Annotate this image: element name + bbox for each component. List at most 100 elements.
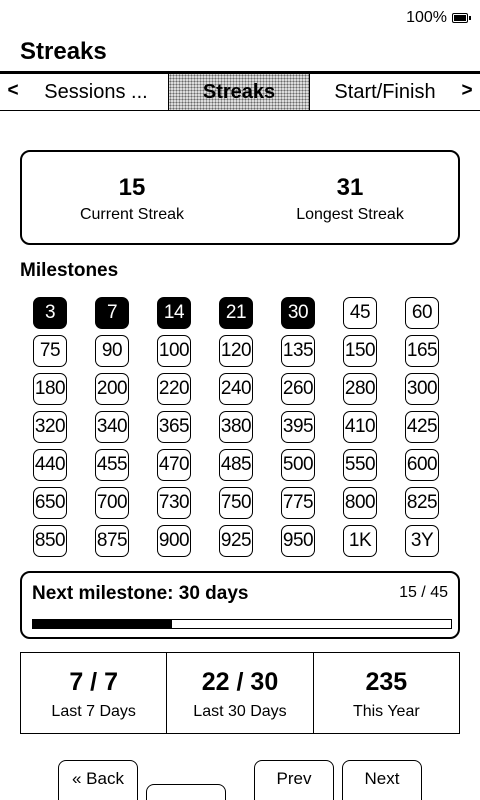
summary-label: Last 7 Days [51, 703, 136, 720]
tab-prev-arrow-icon[interactable]: < [3, 80, 23, 102]
summary-label: This Year [352, 703, 420, 720]
milestone-badge: 340 [94, 411, 130, 443]
tab-streaks[interactable]: Streaks [168, 74, 310, 110]
tab-sessions[interactable]: Sessions ... [26, 74, 166, 110]
milestone-cell: 425 [391, 408, 453, 446]
milestone-cell: 90 [81, 332, 143, 370]
summary-table: 7 / 7 Last 7 Days 22 / 30 Last 30 Days 2… [20, 652, 460, 734]
current-streak-value: 15 [118, 174, 146, 201]
milestone-badge: 14 [157, 297, 191, 329]
milestone-badge: 850 [32, 525, 68, 557]
milestone-cell: 410 [329, 408, 391, 446]
milestone-badge: 455 [94, 449, 130, 481]
milestone-cell: 550 [329, 446, 391, 484]
milestone-cell: 700 [81, 484, 143, 522]
milestone-cell: 280 [329, 370, 391, 408]
milestone-cell: 485 [205, 446, 267, 484]
milestone-badge: 600 [404, 449, 440, 481]
summary-value: 235 [365, 668, 408, 696]
milestone-badge: 60 [405, 297, 439, 329]
milestone-badge: 550 [342, 449, 378, 481]
back-button[interactable]: « Back [58, 760, 138, 800]
milestone-badge: 775 [280, 487, 316, 519]
milestone-cell: 320 [19, 408, 81, 446]
milestone-badge: 1K [343, 525, 377, 557]
milestone-badge: 21 [219, 297, 253, 329]
milestone-badge: 90 [95, 335, 129, 367]
milestone-cell: 1K [329, 522, 391, 560]
milestone-cell: 730 [143, 484, 205, 522]
milestone-cell: 925 [205, 522, 267, 560]
summary-last-30-days: 22 / 30 Last 30 Days [167, 653, 314, 733]
milestone-cell: 600 [391, 446, 453, 484]
status-bar: 100% [406, 6, 471, 30]
milestone-cell: 470 [143, 446, 205, 484]
milestone-badge: 470 [156, 449, 192, 481]
milestone-badge: 800 [342, 487, 378, 519]
milestone-badge: 3Y [405, 525, 439, 557]
longest-streak-label: Longest Streak [296, 206, 404, 223]
battery-label: 100% [406, 9, 447, 26]
milestone-badge: 395 [280, 411, 316, 443]
milestone-badge: 900 [156, 525, 192, 557]
milestone-cell: 165 [391, 332, 453, 370]
milestone-badge: 410 [342, 411, 378, 443]
milestone-cell: 150 [329, 332, 391, 370]
summary-value: 7 / 7 [69, 668, 118, 696]
milestone-badge: 220 [156, 373, 192, 405]
milestone-cell: 14 [143, 294, 205, 332]
milestone-cell: 75 [19, 332, 81, 370]
longest-streak: 31 Longest Streak [240, 174, 460, 224]
tab-next-arrow-icon[interactable]: > [457, 80, 477, 102]
next-button[interactable]: Next [342, 760, 422, 800]
next-milestone-title: Next milestone: 30 days [32, 583, 249, 604]
milestone-cell: 365 [143, 408, 205, 446]
milestone-badge: 7 [95, 297, 129, 329]
milestone-badge: 875 [94, 525, 130, 557]
milestone-cell: 45 [329, 294, 391, 332]
milestone-cell: 30 [267, 294, 329, 332]
battery-charging-icon [452, 13, 471, 23]
milestone-cell: 240 [205, 370, 267, 408]
milestone-cell: 440 [19, 446, 81, 484]
summary-this-year: 235 This Year [314, 653, 459, 733]
next-milestone-count: 15 / 45 [399, 584, 448, 601]
progress-fill [33, 620, 173, 628]
milestone-cell: 950 [267, 522, 329, 560]
milestone-badge: 700 [94, 487, 130, 519]
milestone-badge: 365 [156, 411, 192, 443]
milestone-badge: 425 [404, 411, 440, 443]
summary-last-7-days: 7 / 7 Last 7 Days [21, 653, 168, 733]
milestone-badge: 3 [33, 297, 67, 329]
milestone-badge: 180 [32, 373, 68, 405]
current-streak: 15 Current Streak [22, 174, 242, 224]
milestone-badge: 300 [404, 373, 440, 405]
milestone-cell: 900 [143, 522, 205, 560]
milestone-badge: 30 [281, 297, 315, 329]
milestone-badge: 45 [343, 297, 377, 329]
milestone-cell: 180 [19, 370, 81, 408]
current-streak-label: Current Streak [79, 206, 185, 223]
prev-button[interactable]: Prev [254, 760, 334, 800]
milestone-badge: 380 [218, 411, 254, 443]
milestone-cell: 135 [267, 332, 329, 370]
tab-start-finish[interactable]: Start/Finish [312, 74, 458, 110]
milestone-cell: 60 [391, 294, 453, 332]
milestone-badge: 650 [32, 487, 68, 519]
milestone-badge: 150 [342, 335, 378, 367]
milestone-cell: 3 [19, 294, 81, 332]
next-milestone-progress-bar [32, 619, 452, 629]
tab-bar: < Sessions ... Streaks Start/Finish > [0, 71, 480, 111]
milestone-cell: 750 [205, 484, 267, 522]
milestone-cell: 500 [267, 446, 329, 484]
milestone-cell: 21 [205, 294, 267, 332]
milestone-badge: 825 [404, 487, 440, 519]
milestone-badge: 120 [218, 335, 254, 367]
milestone-cell: 100 [143, 332, 205, 370]
middle-button[interactable] [146, 784, 226, 800]
summary-label: Last 30 Days [193, 703, 287, 720]
streak-stats-card: 15 Current Streak 31 Longest Streak [20, 150, 460, 245]
longest-streak-value: 31 [336, 174, 364, 201]
milestone-badge: 240 [218, 373, 254, 405]
milestone-badge: 730 [156, 487, 192, 519]
